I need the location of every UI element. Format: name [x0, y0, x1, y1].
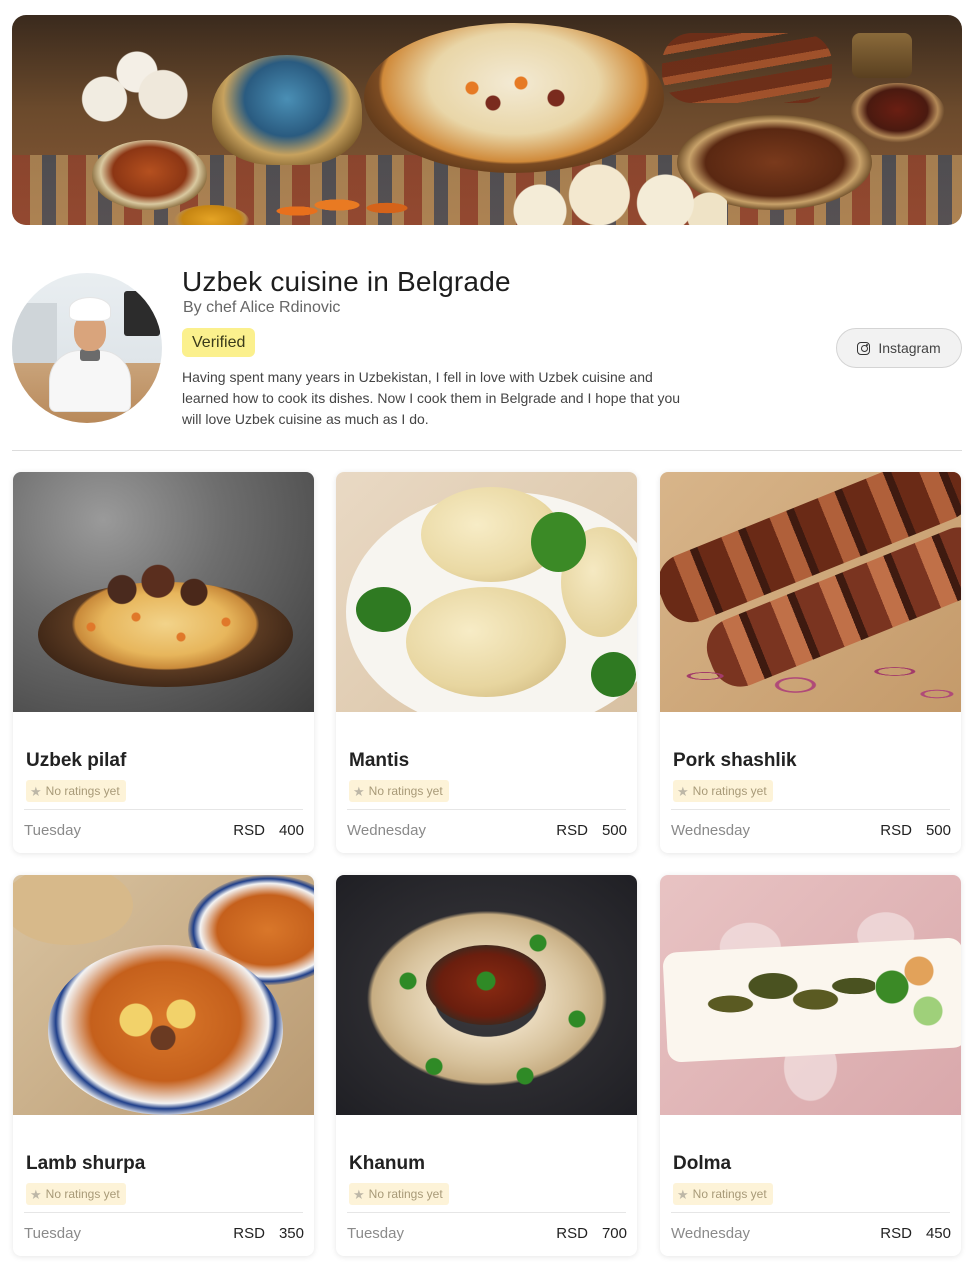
star-icon: ★	[30, 1186, 42, 1202]
price-value: 500	[925, 822, 951, 839]
dish-day: Wednesday	[671, 1225, 750, 1242]
dish-name: Lamb shurpa	[26, 1153, 146, 1174]
dish-photo	[336, 472, 637, 712]
dish-name: Mantis	[349, 750, 410, 771]
card-divider	[347, 1212, 626, 1213]
instagram-icon	[857, 341, 871, 355]
card-divider	[24, 809, 303, 810]
price-currency: RSD	[556, 1225, 588, 1242]
dish-photo	[13, 472, 314, 712]
dish-photo	[13, 875, 314, 1115]
chef-description: Having spent many years in Uzbekistan, I…	[182, 369, 681, 427]
price-currency: RSD	[233, 822, 265, 839]
star-icon: ★	[353, 783, 365, 799]
chef-avatar	[12, 273, 162, 423]
star-icon: ★	[677, 783, 689, 799]
instagram-button[interactable]: Instagram	[836, 328, 962, 368]
dish-card[interactable]: Uzbek pilaf ★ No ratings yet Tuesday RSD 4…	[13, 472, 314, 853]
dish-day: Tuesday	[347, 1225, 404, 1242]
rating-badge: ★ No ratings yet	[26, 1183, 126, 1205]
dish-day: Tuesday	[24, 1225, 81, 1242]
dish-name: Uzbek pilaf	[26, 750, 127, 771]
price-currency: RSD	[556, 822, 588, 839]
card-divider	[671, 809, 950, 810]
verified-badge: Verified	[182, 328, 256, 357]
dish-price: RSD 700	[556, 1225, 627, 1242]
card-divider	[24, 1212, 303, 1213]
section-divider	[12, 450, 962, 451]
price-currency: RSD	[880, 1225, 912, 1242]
cover-banner-image	[12, 15, 962, 225]
dish-price: RSD 500	[880, 822, 951, 839]
dish-price: RSD 400	[233, 822, 304, 839]
rating-text: No ratings yet	[45, 784, 120, 798]
price-value: 400	[278, 822, 304, 839]
rating-badge: ★ No ratings yet	[673, 1183, 773, 1205]
price-value: 700	[601, 1225, 627, 1242]
rating-badge: ★ No ratings yet	[673, 780, 773, 802]
card-divider	[347, 809, 626, 810]
page-title: Uzbek cuisine in Belgrade	[182, 266, 511, 297]
rating-text: No ratings yet	[692, 784, 767, 798]
dish-photo	[336, 875, 637, 1115]
dish-price: RSD 500	[556, 822, 627, 839]
dish-price: RSD 350	[233, 1225, 304, 1242]
star-icon: ★	[30, 783, 42, 799]
rating-text: No ratings yet	[368, 784, 443, 798]
rating-text: No ratings yet	[692, 1187, 767, 1201]
star-icon: ★	[353, 1186, 365, 1202]
rating-text: No ratings yet	[45, 1187, 120, 1201]
rating-badge: ★ No ratings yet	[26, 780, 126, 802]
price-value: 350	[278, 1225, 304, 1242]
dish-day: Wednesday	[671, 822, 750, 839]
price-value: 500	[601, 822, 627, 839]
dish-card[interactable]: Dolma ★ No ratings yet Wednesday RSD 450	[660, 875, 961, 1256]
dish-name: Pork shashlik	[673, 750, 797, 771]
price-currency: RSD	[880, 822, 912, 839]
rating-badge: ★ No ratings yet	[349, 1183, 449, 1205]
dish-card[interactable]: Mantis ★ No ratings yet Wednesday RSD 500	[336, 472, 637, 853]
dish-name: Dolma	[673, 1153, 732, 1174]
price-currency: RSD	[233, 1225, 265, 1242]
dish-card[interactable]: Lamb shurpa ★ No ratings yet Tuesday RSD 3…	[13, 875, 314, 1256]
dish-price: RSD 450	[880, 1225, 951, 1242]
dish-photo	[660, 875, 961, 1115]
dish-card[interactable]: Khanum ★ No ratings yet Tuesday RSD 700	[336, 875, 637, 1256]
star-icon: ★	[677, 1186, 689, 1202]
rating-badge: ★ No ratings yet	[349, 780, 449, 802]
price-value: 450	[925, 1225, 951, 1242]
dish-photo	[660, 472, 961, 712]
instagram-label: Instagram	[878, 340, 941, 356]
rating-text: No ratings yet	[368, 1187, 443, 1201]
dish-day: Wednesday	[347, 822, 426, 839]
dish-day: Tuesday	[24, 822, 81, 839]
dish-name: Khanum	[349, 1153, 425, 1174]
chef-name: By chef Alice Rdinovic	[183, 299, 341, 316]
card-divider	[671, 1212, 950, 1213]
dish-card[interactable]: Pork shashlik ★ No ratings yet Wednesday …	[660, 472, 961, 853]
